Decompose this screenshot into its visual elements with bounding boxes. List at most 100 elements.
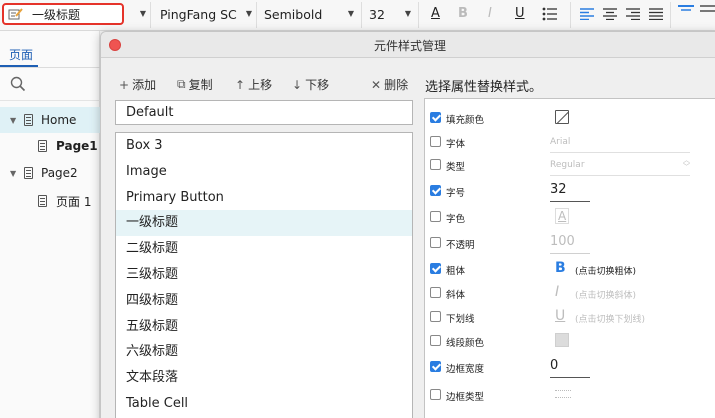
align-justify-icon[interactable] xyxy=(649,8,663,20)
prop-underline: 下划线 U (点击切换下划线) xyxy=(430,308,715,328)
fill-color-checkbox[interactable] xyxy=(430,112,441,123)
valign-middle-icon[interactable] xyxy=(700,5,715,17)
italic-toggle-icon[interactable]: I xyxy=(555,284,559,300)
toolbar-divider xyxy=(670,2,671,28)
opacity-checkbox[interactable] xyxy=(430,237,441,248)
dialog-titlebar: 元件样式管理 xyxy=(101,32,715,58)
font-color-checkbox[interactable] xyxy=(430,211,441,222)
style-list-item[interactable]: Table Cell xyxy=(116,391,412,417)
line-color-swatch[interactable] xyxy=(555,333,569,347)
prop-font-size: 字号 32 xyxy=(430,182,715,202)
move-down-button[interactable]: ↓ 下移 xyxy=(292,76,329,93)
prop-label: 边框类型 xyxy=(446,392,485,403)
prop-type: 类型 Regular ︿ ﹀ xyxy=(430,156,715,176)
prop-label: 斜体 xyxy=(446,290,466,301)
prop-label: 字体 xyxy=(446,139,466,150)
border-type-checkbox[interactable] xyxy=(430,389,441,400)
expand-triangle-icon[interactable]: ▼ xyxy=(10,116,16,125)
italic-hint: (点击切换斜体) xyxy=(575,291,637,301)
expand-triangle-icon[interactable]: ▼ xyxy=(10,169,16,178)
italic-button[interactable]: I xyxy=(488,6,492,21)
chevron-down-icon: ▼ xyxy=(404,9,411,18)
tree-item-page1[interactable]: Page1 xyxy=(0,133,100,159)
style-list-item[interactable]: 二级标题 xyxy=(116,236,412,262)
font-size-select[interactable]: 32 ▼ xyxy=(369,4,411,24)
delete-style-button[interactable]: ✕ 删除 xyxy=(371,76,408,93)
prop-label: 填充颜色 xyxy=(446,115,485,126)
style-list-item[interactable]: 四级标题 xyxy=(116,288,412,314)
italic-checkbox[interactable] xyxy=(430,287,441,298)
bold-toggle-icon[interactable]: B xyxy=(555,260,566,276)
copy-label: 复制 xyxy=(188,78,213,92)
tab-pages[interactable]: 页面 xyxy=(9,46,33,63)
align-left-icon[interactable] xyxy=(580,8,594,20)
bold-hint: (点击切换粗体) xyxy=(575,267,637,277)
toolbar-divider xyxy=(361,2,362,28)
opacity-input[interactable]: 100 xyxy=(550,234,590,254)
style-dropdown[interactable]: ▼ xyxy=(132,4,148,24)
border-width-checkbox[interactable] xyxy=(430,361,441,372)
dialog-title: 元件样式管理 xyxy=(373,39,446,53)
style-selector[interactable]: 一级标题 xyxy=(2,3,124,25)
style-list-item[interactable]: 三级标题 xyxy=(116,262,412,288)
font-color-button[interactable]: A xyxy=(431,6,440,21)
dashed-line-icon[interactable] xyxy=(555,390,571,398)
font-checkbox[interactable] xyxy=(430,136,441,147)
toolbar-divider xyxy=(256,2,257,28)
bold-checkbox[interactable] xyxy=(430,263,441,274)
tree-item-label: 页面 1 xyxy=(56,194,92,209)
underline-hint: (点击切换下划线) xyxy=(575,315,646,325)
style-list: Box 3 Image Primary Button 一级标题 二级标题 三级标… xyxy=(115,132,413,418)
font-color-swatch-icon[interactable]: A xyxy=(555,208,570,224)
style-list-item[interactable]: Box 3 xyxy=(116,133,412,159)
underline-checkbox[interactable] xyxy=(430,311,441,322)
style-name: 一级标题 xyxy=(32,7,81,22)
arrow-down-icon: ↓ xyxy=(292,77,303,92)
bullet-list-icon[interactable] xyxy=(542,7,558,21)
font-weight-select[interactable]: Semibold ▼ xyxy=(264,4,354,24)
style-list-item[interactable]: Image xyxy=(116,159,412,185)
page-icon xyxy=(38,140,47,152)
underline-button[interactable]: U xyxy=(515,6,525,21)
underline-toggle-icon[interactable]: U xyxy=(555,308,565,324)
type-checkbox[interactable] xyxy=(430,159,441,170)
prop-italic: 斜体 I (点击切换斜体) xyxy=(430,284,715,304)
search-icon[interactable] xyxy=(10,76,26,92)
toolbar-divider xyxy=(570,2,571,28)
prop-label: 类型 xyxy=(446,162,466,173)
type-select[interactable]: Regular ︿ ﹀ xyxy=(550,156,690,176)
style-list-item[interactable]: 六级标题 xyxy=(116,339,412,365)
prop-label: 边框宽度 xyxy=(446,364,485,375)
font-size-checkbox[interactable] xyxy=(430,185,441,196)
style-list-item[interactable]: Primary Button xyxy=(116,185,412,211)
copy-style-button[interactable]: ⧉ 复制 xyxy=(177,76,213,93)
tree-item-page2[interactable]: ▼ Page2 xyxy=(0,160,100,186)
border-width-input[interactable]: 0 xyxy=(550,358,590,378)
line-color-checkbox[interactable] xyxy=(430,335,441,346)
align-center-icon[interactable] xyxy=(603,8,617,20)
plus-icon: + xyxy=(119,77,130,92)
font-size-input[interactable]: 32 xyxy=(550,182,590,202)
prop-border-type: 边框类型 xyxy=(430,386,715,406)
prop-fill-color: 填充颜色 xyxy=(430,109,715,129)
chevron-down-icon: ▼ xyxy=(139,9,146,18)
no-fill-swatch-icon[interactable] xyxy=(555,110,569,124)
style-list-item[interactable]: 五级标题 xyxy=(116,314,412,340)
style-list-item-selected[interactable]: 一级标题 xyxy=(116,210,412,237)
bold-button[interactable]: B xyxy=(458,6,468,21)
add-style-button[interactable]: + 添加 xyxy=(119,76,156,93)
font-size-value: 32 xyxy=(369,6,385,22)
font-family-select[interactable]: PingFang SC ▼ xyxy=(160,4,252,24)
align-right-icon[interactable] xyxy=(626,8,640,20)
default-style-item[interactable]: Default xyxy=(115,100,413,125)
tree-item-page-1-cn[interactable]: 页面 1 xyxy=(0,188,100,214)
move-up-button[interactable]: ↑ 上移 xyxy=(235,76,272,93)
style-list-item[interactable]: 文本段落 xyxy=(116,365,412,391)
prop-label: 不透明 xyxy=(446,240,475,251)
tree-item-label: Page1 xyxy=(56,139,98,153)
valign-top-icon[interactable] xyxy=(678,5,694,17)
font-select[interactable]: Arial xyxy=(550,133,690,153)
tree-item-home[interactable]: ▼ Home xyxy=(0,107,100,133)
prop-line-color: 线段颜色 xyxy=(430,332,715,352)
prop-label: 下划线 xyxy=(446,314,475,325)
